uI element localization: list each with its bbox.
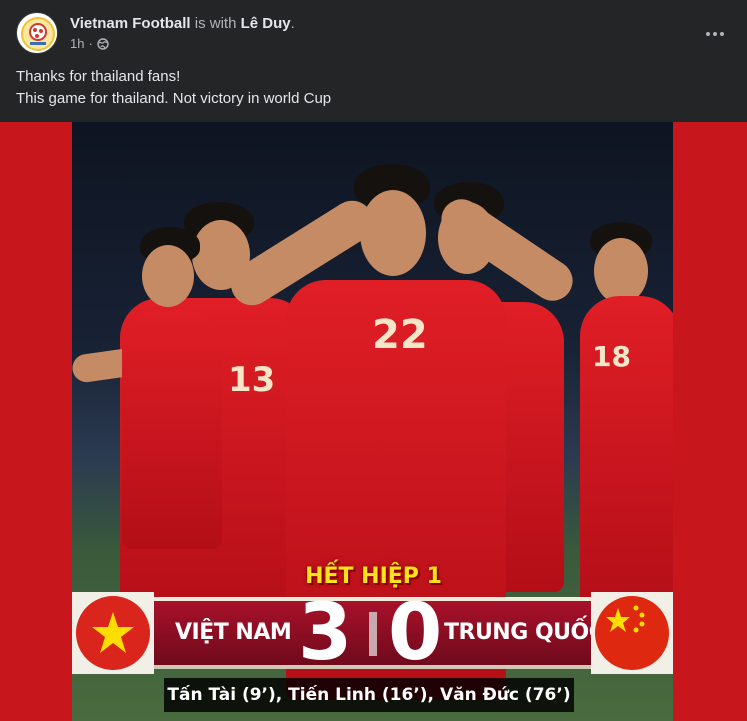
scoreboard: VIỆT NAM 3 0 TRUNG QUỐC <box>72 592 673 674</box>
score-divider <box>369 612 377 656</box>
tagged-user-link[interactable]: Lê Duy <box>241 15 291 32</box>
timestamp-link[interactable]: 1h <box>70 36 84 51</box>
post-body: Thanks for thailand fans! This game for … <box>16 66 331 110</box>
goal-scorers-caption: Tấn Tài (9’), Tiến Linh (16’), Văn Đức (… <box>164 678 574 712</box>
half-time-title: HẾT HIỆP 1 <box>305 564 442 589</box>
post-text-line-2: This game for thailand. Not victory in w… <box>16 90 332 107</box>
china-flag-icon <box>591 592 673 674</box>
meta-separator: · <box>88 36 93 51</box>
home-team-name: VIỆT NAM <box>175 620 292 645</box>
away-score: 0 <box>388 588 443 678</box>
facebook-post: Vietnam Football is with Lê Duy. 1h · Th… <box>0 0 747 721</box>
football-logo-icon <box>18 14 57 53</box>
post-meta: 1h · <box>70 36 109 51</box>
away-team-name: TRUNG QUỐC <box>444 620 605 645</box>
globe-icon <box>97 37 109 50</box>
post-image[interactable]: 13 18 22 HẾT HIỆP 1 VIỆT NAM 3 0 TRUNG Q… <box>0 122 747 721</box>
more-options-button[interactable] <box>697 16 733 52</box>
post-text-line-1: Thanks for thailand fans! <box>16 68 181 85</box>
vietnam-flag-icon <box>72 592 154 674</box>
page-name-link[interactable]: Vietnam Football <box>70 15 191 32</box>
post-header: Vietnam Football is with Lê Duy. 1h · <box>0 0 747 62</box>
home-score: 3 <box>298 588 353 678</box>
jersey-number-22: 22 <box>372 312 428 358</box>
author-line: Vietnam Football is with Lê Duy. <box>70 14 295 34</box>
with-text: is with <box>194 15 237 32</box>
jersey-number-18: 18 <box>592 340 631 373</box>
more-horizontal-icon <box>706 32 710 36</box>
page-avatar[interactable] <box>16 12 58 54</box>
period-text: . <box>290 15 295 32</box>
